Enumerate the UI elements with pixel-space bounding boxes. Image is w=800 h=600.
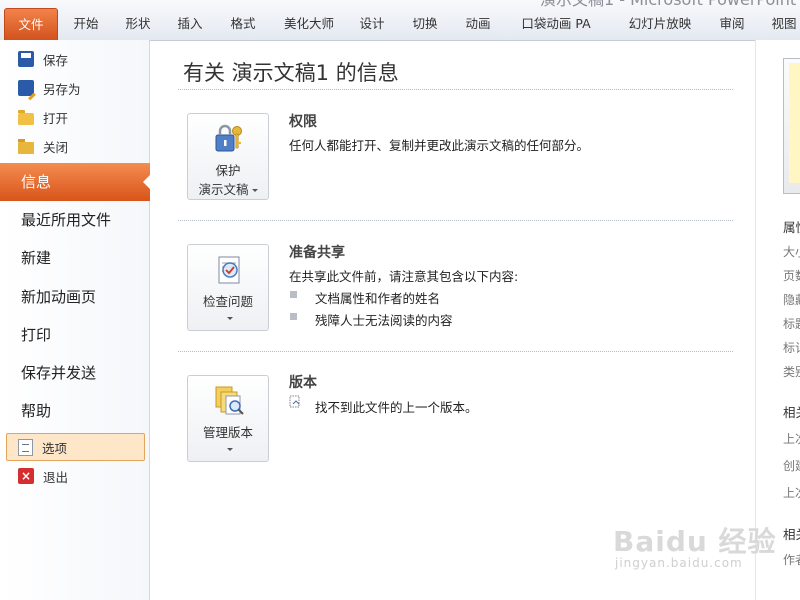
exit-icon: × [18, 468, 34, 484]
manage-versions-label: 管理版本 [202, 425, 253, 440]
permissions-heading: 权限 [289, 114, 317, 130]
open-label: 打开 [43, 110, 69, 126]
exit-command[interactable]: × 退出 [18, 464, 68, 488]
property-last-printed: 上次打印时间 [783, 486, 800, 500]
options-command[interactable]: 选项 [18, 435, 67, 459]
tab-design[interactable]: 设计 [350, 10, 394, 37]
nav-help[interactable]: 帮助 [0, 392, 149, 430]
related-people-heading: 相关人员 [783, 527, 800, 542]
tab-beautify-master[interactable]: 美化大师 [278, 10, 340, 37]
prepare-sharing-heading: 准备共享 [289, 245, 345, 261]
save-as-label: 另存为 [43, 81, 81, 97]
exit-label: 退出 [43, 469, 69, 485]
close-command[interactable]: 关闭 [18, 134, 68, 158]
tab-file[interactable]: 文件 [4, 8, 58, 40]
baidu-watermark: Baidu 经验 jingyan.baidu.com [613, 520, 777, 570]
properties-heading[interactable]: 属性 [783, 217, 800, 236]
bullet-icon [290, 313, 297, 320]
tab-slideshow[interactable]: 幻灯片放映 [625, 10, 695, 37]
protect-button-label: 保护 [215, 163, 241, 178]
protect-button-sublabel: 演示文稿 [188, 179, 268, 198]
check-issues-button[interactable]: 检查问题 [187, 244, 269, 331]
divider [178, 351, 733, 352]
manage-versions-button[interactable]: 管理版本 [187, 375, 269, 462]
property-last-modified: 上次修改时间 [783, 432, 800, 446]
check-issues-label: 检查问题 [202, 294, 253, 309]
protect-presentation-button[interactable]: 保护 演示文稿 [187, 113, 269, 200]
options-label: 选项 [42, 440, 68, 456]
permissions-description: 任何人都能打开、复制并更改此演示文稿的任何部分。 [289, 138, 590, 153]
divider [178, 220, 733, 221]
inspect-document-icon [218, 256, 240, 284]
tab-review[interactable]: 审阅 [710, 10, 754, 37]
property-author: 作者 [783, 553, 800, 567]
open-folder-icon [18, 109, 34, 125]
close-folder-icon [18, 138, 34, 154]
tab-view[interactable]: 视图 [764, 10, 800, 37]
property-pages: 页数 [783, 269, 800, 283]
property-size: 大小 [783, 245, 800, 259]
nav-new-animation-page[interactable]: 新加动画页 [0, 278, 149, 316]
manage-versions-icon [215, 386, 244, 415]
dropdown-caret-icon [251, 189, 258, 192]
bullet-icon [290, 291, 297, 298]
property-created: 创建时间 [783, 459, 800, 473]
versions-description: 找不到此文件的上一个版本。 [315, 400, 478, 415]
property-title: 标题 [783, 317, 800, 331]
save-as-command[interactable]: 另存为 [18, 76, 81, 100]
manage-versions-dropdown [188, 441, 268, 456]
tab-transitions[interactable]: 切换 [403, 10, 447, 37]
save-as-icon [18, 80, 34, 96]
tab-animations[interactable]: 动画 [456, 10, 500, 37]
page-title: 有关 演示文稿1 的信息 [183, 61, 399, 85]
close-label: 关闭 [43, 139, 69, 155]
tab-shapes[interactable]: 形状 [116, 10, 160, 37]
watermark-logo: Baidu 经验 [613, 525, 777, 558]
protect-button-sublabel-text: 演示文稿 [198, 182, 249, 197]
options-icon [18, 438, 33, 456]
prepare-sharing-description: 在共享此文件前，请注意其包含以下内容: [289, 269, 519, 284]
tab-format[interactable]: 格式 [221, 10, 265, 37]
lock-keys-icon [215, 124, 242, 152]
dropdown-caret-icon [226, 317, 233, 320]
nav-save-and-send[interactable]: 保存并发送 [0, 354, 149, 392]
tab-insert[interactable]: 插入 [168, 10, 212, 37]
tab-pocket-animation[interactable]: 口袋动画 PA [516, 10, 596, 37]
list-item: 残障人士无法阅读的内容 [315, 313, 453, 328]
property-tags: 标记 [783, 341, 800, 355]
document-version-icon [289, 395, 300, 408]
check-issues-dropdown [188, 310, 268, 325]
ribbon-tab-bar: 演示文稿1 - Microsoft PowerPoint 文件 开始 形状 插入… [0, 0, 800, 41]
window-title: 演示文稿1 - Microsoft PowerPoint [540, 0, 796, 10]
open-command[interactable]: 打开 [18, 105, 68, 129]
dropdown-caret-icon [226, 448, 233, 451]
watermark-url: jingyan.baidu.com [615, 556, 743, 570]
list-item: 文档属性和作者的姓名 [315, 291, 441, 306]
nav-info[interactable]: 信息 [0, 163, 151, 201]
nav-recent[interactable]: 最近所用文件 [0, 201, 149, 239]
property-hidden: 隐藏 [783, 293, 800, 307]
versions-heading: 版本 [289, 375, 317, 391]
nav-print[interactable]: 打印 [0, 316, 149, 354]
save-icon [18, 51, 34, 67]
divider [178, 89, 733, 90]
slide-thumbnail[interactable] [783, 58, 800, 194]
related-dates-heading: 相关日期 [783, 405, 800, 420]
save-label: 保存 [43, 52, 69, 68]
save-command[interactable]: 保存 [18, 47, 68, 71]
tab-home[interactable]: 开始 [64, 10, 108, 37]
property-category: 类别 [783, 365, 800, 379]
nav-new[interactable]: 新建 [0, 239, 149, 277]
